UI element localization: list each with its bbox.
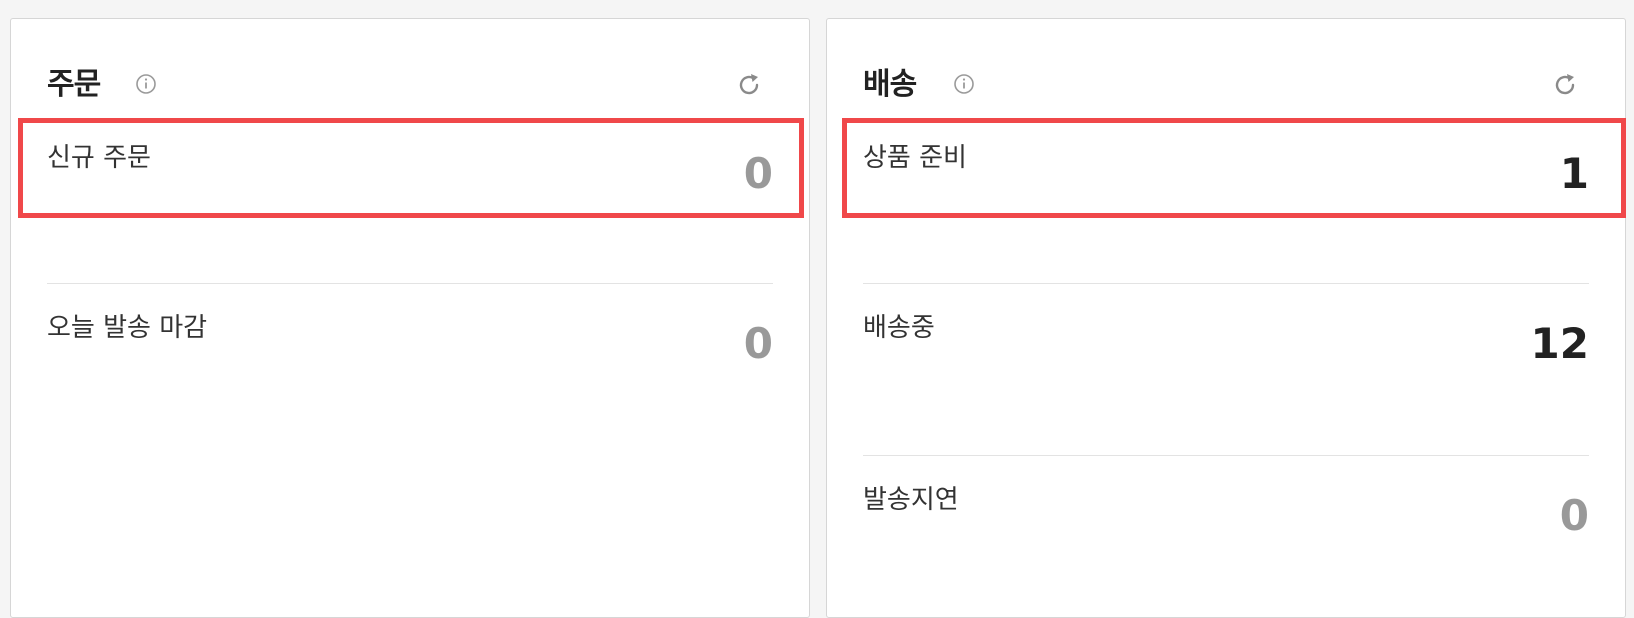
divider [47, 283, 773, 284]
delivery-title: 배송 [863, 67, 917, 102]
orders-panel: 주문 신규 주문 0 오늘 발송 마감 0 [10, 18, 810, 618]
row-value: 0 [1559, 491, 1589, 540]
refresh-icon[interactable] [1551, 71, 1579, 99]
highlight-box-product-prep [842, 118, 1626, 218]
delivery-panel: 배송 상품 준비 1 배송중 12 발송지연 0 [826, 18, 1626, 618]
divider [863, 283, 1589, 284]
info-icon[interactable] [953, 73, 975, 95]
row-label: 배송중 [863, 313, 935, 343]
row-label: 발송지연 [863, 485, 959, 515]
orders-title: 주문 [47, 67, 101, 102]
row-in-delivery[interactable]: 배송중 12 [863, 285, 1589, 395]
row-value: 12 [1530, 319, 1589, 368]
divider [863, 455, 1589, 456]
row-label: 오늘 발송 마감 [47, 313, 208, 343]
row-value: 0 [743, 319, 773, 368]
info-icon[interactable] [135, 73, 157, 95]
refresh-icon[interactable] [735, 71, 763, 99]
row-ship-delayed[interactable]: 발송지연 0 [863, 457, 1589, 567]
row-today-ship-deadline[interactable]: 오늘 발송 마감 0 [47, 285, 773, 395]
highlight-box-new-orders [18, 118, 804, 218]
